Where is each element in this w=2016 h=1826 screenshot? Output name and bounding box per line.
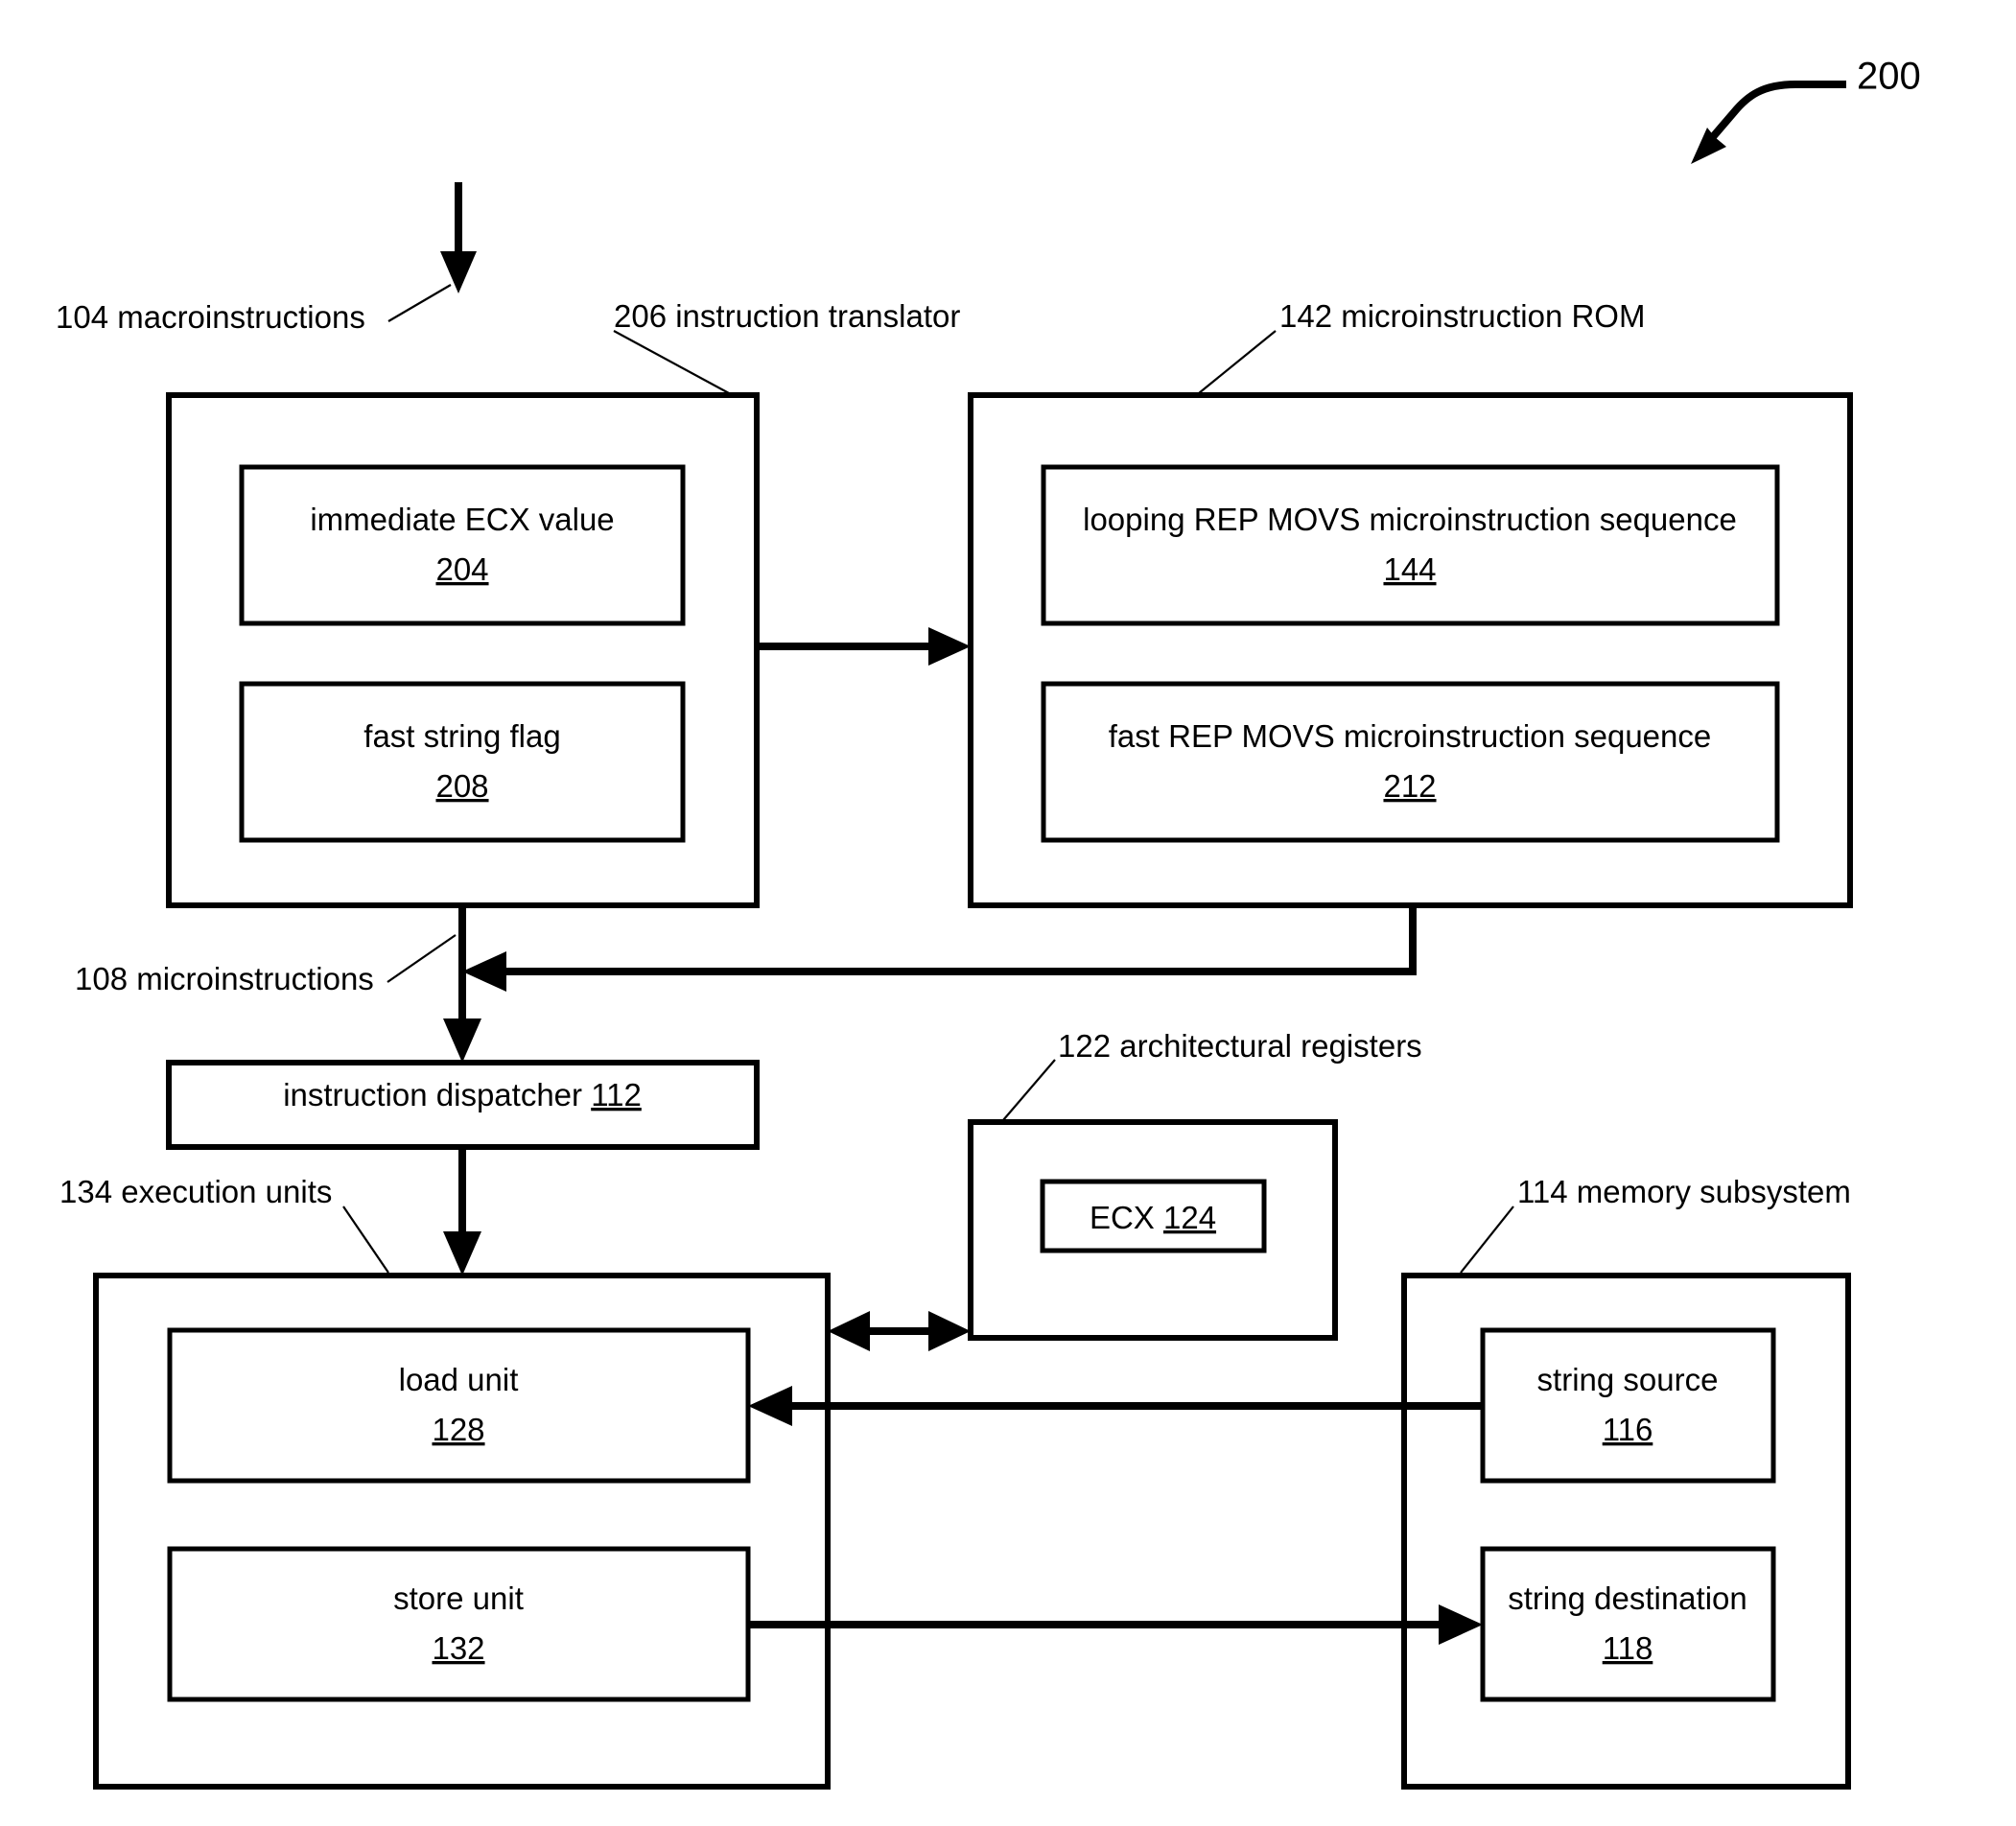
diagram-canvas: 200 104 macroinstructions 206 instructio…	[56, 56, 1921, 1790]
fast-rep-movs-box	[1041, 681, 1780, 843]
rom-feedback-line	[489, 905, 1417, 975]
macroinstructions-leader-line	[387, 284, 452, 322]
figure-callout: 200	[1691, 56, 1921, 164]
execution-registers-bidirectional-flow	[828, 1311, 971, 1351]
fast-string-flag-block: fast string flag 208	[239, 681, 686, 843]
rom-feedback-arrow-head-icon	[462, 951, 506, 992]
store-unit-block: store unit 132	[167, 1546, 751, 1702]
translator-to-rom-arrow-head-icon	[928, 627, 971, 666]
translator-to-rom-flow	[757, 627, 971, 666]
memory-subsystem-box	[1401, 1273, 1851, 1790]
string-destination-ref: 118	[1603, 1630, 1653, 1666]
fast-string-flag-ref: 208	[435, 768, 488, 804]
fast-rep-movs-ref: 212	[1383, 768, 1436, 804]
instruction-dispatcher-text: instruction dispatcher 112	[283, 1077, 642, 1112]
fast-string-flag-title: fast string flag	[363, 718, 560, 754]
rom-feedback-flow	[462, 905, 1417, 992]
microinstruction-rom-block	[968, 330, 1853, 908]
microinstructions-arrow-head-icon	[443, 1018, 481, 1063]
load-unit-box	[167, 1327, 751, 1484]
curved-arrow-icon	[1701, 81, 1846, 149]
string-destination-title: string destination	[1508, 1580, 1746, 1616]
label-macroinstructions: 104 macroinstructions	[56, 299, 365, 335]
instruction-dispatcher-ref: 112	[591, 1077, 642, 1112]
execution-units-leader-line	[342, 1206, 389, 1274]
memory-subsystem-leader-line	[1460, 1206, 1514, 1274]
looping-rep-movs-block: looping REP MOVS microinstruction sequen…	[1041, 464, 1780, 626]
string-source-box	[1480, 1327, 1776, 1484]
figure-number: 200	[1857, 56, 1921, 98]
label-instruction-translator: 206 instruction translator	[614, 298, 960, 334]
instruction-dispatcher-block: instruction dispatcher 112	[166, 1060, 760, 1150]
fast-rep-movs-block: fast REP MOVS microinstruction sequence …	[1041, 681, 1780, 843]
load-unit-ref: 128	[432, 1412, 484, 1447]
instruction-translator-block	[166, 330, 760, 908]
store-unit-title: store unit	[393, 1580, 524, 1616]
execution-units-box	[93, 1273, 831, 1790]
architectural-registers-leader-line	[1002, 1059, 1056, 1121]
microinstruction-rom-leader-line	[1198, 330, 1277, 394]
instruction-dispatcher-title: instruction dispatcher	[283, 1077, 582, 1112]
ecx-register-ref: 124	[1163, 1200, 1216, 1235]
fast-rep-movs-title: fast REP MOVS microinstruction sequence	[1109, 718, 1711, 754]
dispatcher-to-execution-flow	[443, 1147, 481, 1276]
ecx-register-text: ECX 124	[1090, 1200, 1216, 1235]
label-microinstruction-rom: 142 microinstruction ROM	[1279, 298, 1645, 334]
patent-figure-200: 200 104 macroinstructions 206 instructio…	[0, 0, 2016, 1826]
label-microinstructions: 108 microinstructions	[75, 961, 374, 996]
fast-string-flag-box	[239, 681, 686, 843]
string-destination-block: string destination 118	[1480, 1546, 1776, 1702]
load-unit-title: load unit	[399, 1362, 519, 1397]
instruction-translator-box	[166, 392, 760, 908]
store-unit-ref: 132	[432, 1630, 484, 1666]
ecx-register-block: ECX 124	[1040, 1179, 1267, 1253]
macroinstructions-flow	[387, 182, 477, 322]
instruction-translator-leader-line	[613, 330, 730, 394]
architectural-registers-block	[968, 1059, 1338, 1341]
store-unit-to-string-destination-flow	[748, 1604, 1483, 1645]
load-unit-block: load unit 128	[167, 1327, 751, 1484]
string-source-block: string source 116	[1480, 1327, 1776, 1484]
immediate-ecx-value-block: immediate ECX value 204	[239, 464, 686, 626]
execution-registers-left-arrow-head-icon	[828, 1311, 870, 1351]
execution-registers-right-arrow-head-icon	[928, 1311, 971, 1351]
label-architectural-registers: 122 architectural registers	[1058, 1028, 1422, 1064]
immediate-ecx-value-ref: 204	[435, 551, 488, 587]
microinstructions-flow	[387, 905, 481, 1063]
string-source-ref: 116	[1603, 1412, 1653, 1447]
microinstruction-rom-box	[968, 392, 1853, 908]
microinstructions-leader-line	[387, 934, 457, 983]
ecx-register-title: ECX	[1090, 1200, 1155, 1235]
looping-rep-movs-title: looping REP MOVS microinstruction sequen…	[1083, 502, 1737, 537]
string-source-title: string source	[1537, 1362, 1719, 1397]
looping-rep-movs-ref: 144	[1383, 551, 1436, 587]
label-execution-units: 134 execution units	[59, 1174, 332, 1209]
store-unit-to-string-destination-arrow-head-icon	[1439, 1604, 1483, 1645]
string-source-to-load-unit-flow	[748, 1386, 1483, 1426]
label-memory-subsystem: 114 memory subsystem	[1517, 1174, 1851, 1209]
string-destination-box	[1480, 1546, 1776, 1702]
dispatcher-to-execution-arrow-head-icon	[443, 1231, 481, 1276]
immediate-ecx-value-title: immediate ECX value	[310, 502, 614, 537]
string-source-to-load-unit-arrow-head-icon	[748, 1386, 792, 1426]
looping-rep-movs-box	[1041, 464, 1780, 626]
immediate-ecx-value-box	[239, 464, 686, 626]
store-unit-box	[167, 1546, 751, 1702]
